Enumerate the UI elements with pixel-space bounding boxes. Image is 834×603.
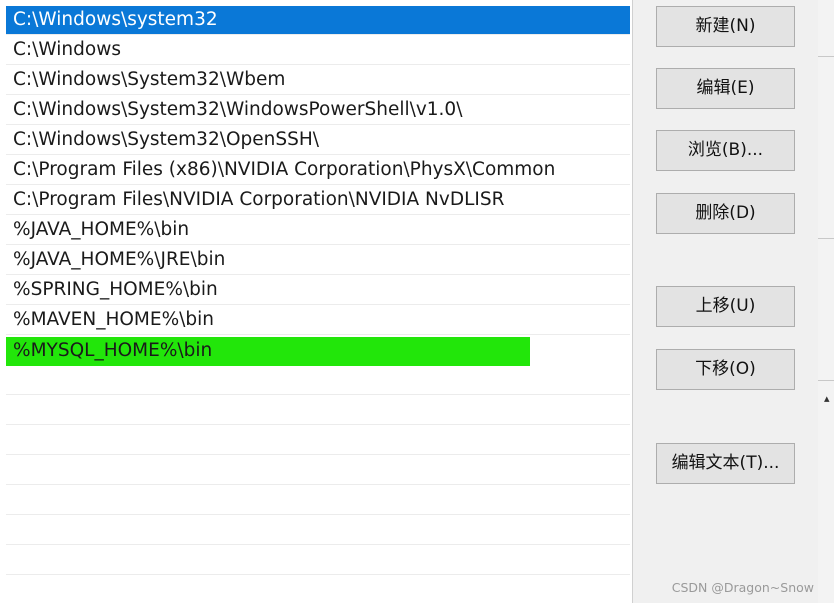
path-entry[interactable]: C:\Windows\System32\WindowsPowerShell\v1… [6,96,630,125]
edge-divider [818,56,834,57]
path-entry[interactable]: C:\Windows [6,36,630,65]
path-entry-text: %JAVA_HOME%\bin [13,219,190,240]
path-list[interactable]: C:\Windows\system32 C:\Windows C:\Window… [0,0,633,603]
path-entry-text: %MAVEN_HOME%\bin [13,309,214,330]
move-up-button[interactable]: 上移(U) [656,286,795,327]
path-entry-text: C:\Windows\System32\WindowsPowerShell\v1… [13,99,463,120]
empty-row[interactable] [6,396,630,425]
path-entry-text: %SPRING_HOME%\bin [13,279,218,300]
path-entry-text: C:\Windows\System32\Wbem [13,69,286,90]
move-down-button[interactable]: 下移(O) [656,349,795,390]
path-entry[interactable]: C:\Program Files\NVIDIA Corporation\NVID… [6,186,630,215]
path-entry[interactable]: C:\Windows\System32\OpenSSH\ [6,126,630,155]
path-entry[interactable]: C:\Windows\System32\Wbem [6,66,630,95]
empty-row[interactable] [6,456,630,485]
path-entry[interactable]: %SPRING_HOME%\bin [6,276,630,305]
path-entry-text: %JAVA_HOME%\JRE\bin [13,249,226,270]
path-entry-text: C:\Program Files\NVIDIA Corporation\NVID… [13,189,505,210]
empty-row[interactable] [6,426,630,455]
watermark: CSDN @Dragon~Snow [671,580,814,595]
empty-row[interactable] [6,516,630,545]
path-entry-text: C:\Program Files (x86)\NVIDIA Corporatio… [13,159,556,180]
browse-button[interactable]: 浏览(B)... [656,130,795,171]
edge-divider [818,238,834,239]
path-entry-highlighted[interactable]: %MYSQL_HOME%\bin [6,337,530,366]
path-entry[interactable]: C:\Windows\system32 [6,6,630,35]
delete-button[interactable]: 删除(D) [656,193,795,234]
path-entry-text: C:\Windows\System32\OpenSSH\ [13,129,319,150]
path-entry-text: C:\Windows\system32 [13,9,218,30]
path-entry[interactable]: C:\Program Files (x86)\NVIDIA Corporatio… [6,156,630,185]
empty-row[interactable] [6,546,630,575]
path-entry[interactable]: %JAVA_HOME%\JRE\bin [6,246,630,275]
empty-row[interactable] [6,486,630,515]
empty-row[interactable] [6,366,630,395]
background-window-edge [818,0,834,603]
path-entry-text: C:\Windows [13,39,121,60]
edit-button[interactable]: 编辑(E) [656,68,795,109]
caret-up-icon: ▴ [824,392,830,405]
path-entry[interactable]: %MAVEN_HOME%\bin [6,306,630,335]
edge-divider [818,380,834,381]
new-button[interactable]: 新建(N) [656,6,795,47]
path-entry-text: %MYSQL_HOME%\bin [13,340,213,361]
edit-text-button[interactable]: 编辑文本(T)... [656,443,795,484]
path-entry[interactable]: %JAVA_HOME%\bin [6,216,630,245]
